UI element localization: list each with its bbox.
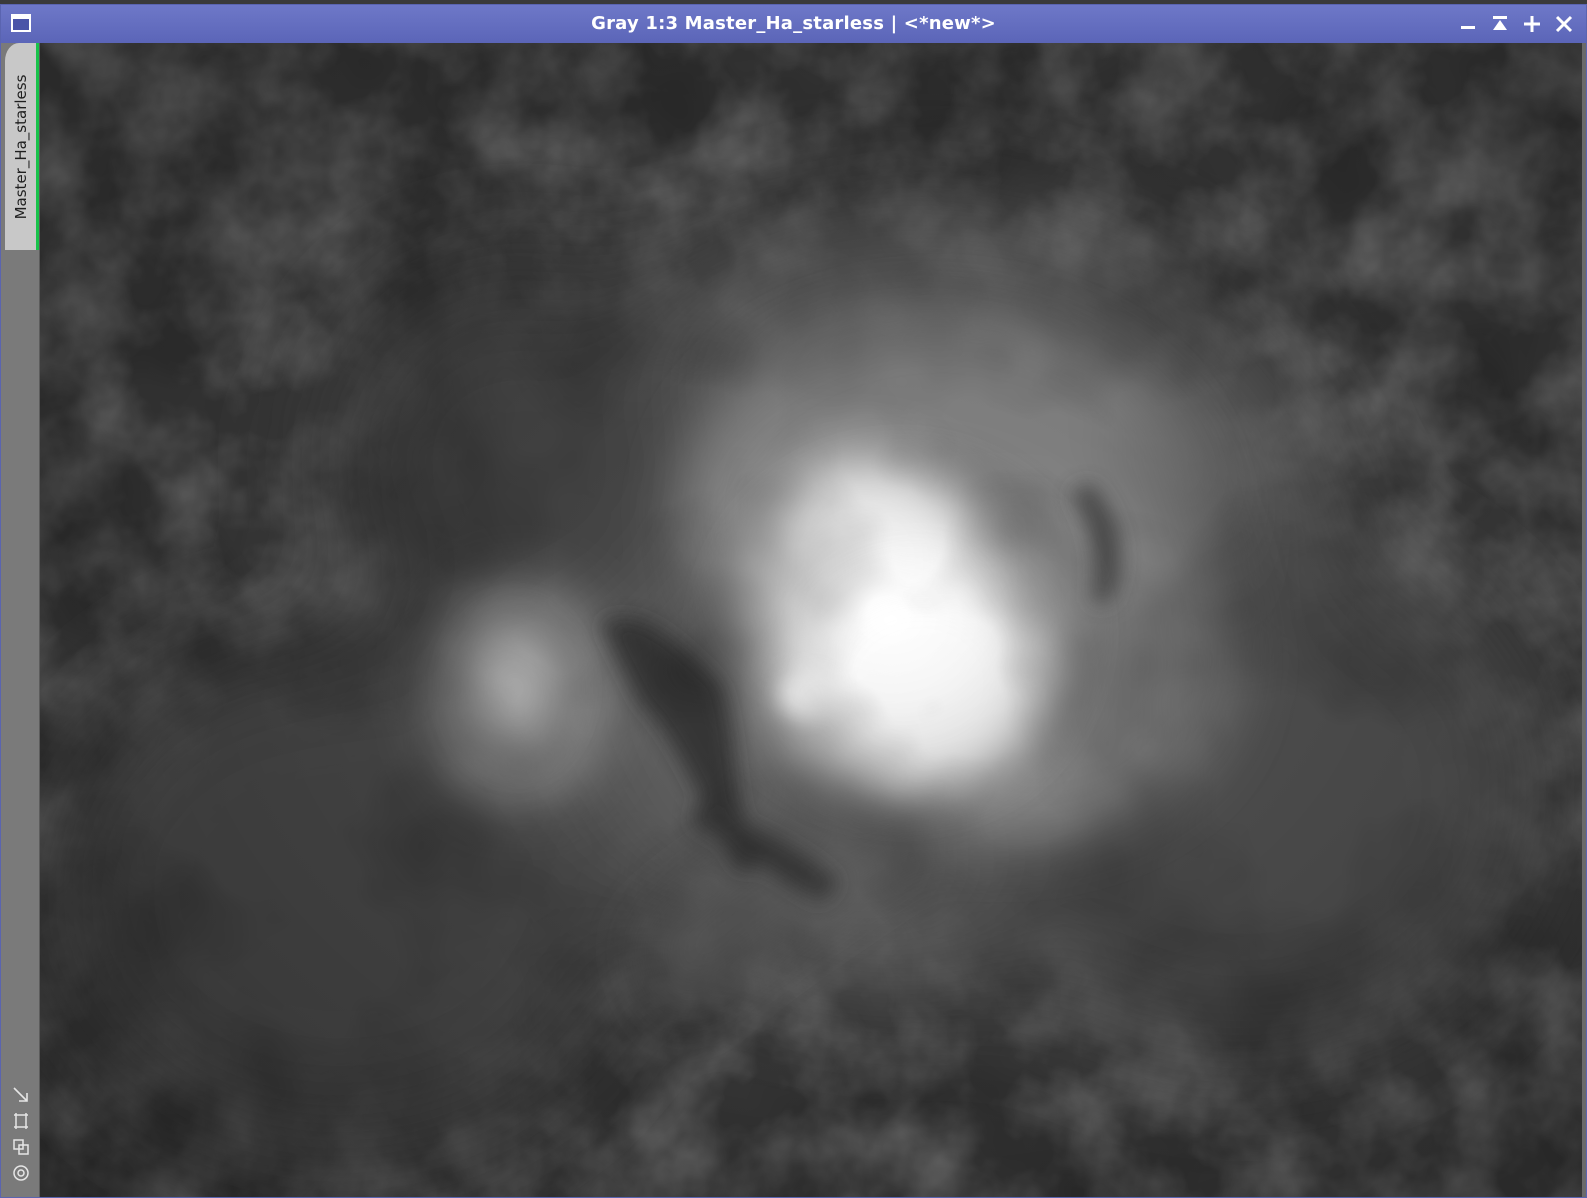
nebula-image: [40, 43, 1586, 1197]
close-icon: [1555, 15, 1573, 33]
arrow-down-right-icon: [13, 1087, 28, 1102]
fit-view-button[interactable]: [11, 1085, 31, 1105]
window-title: Gray 1:3 Master_Ha_starless | <*new*>: [591, 13, 996, 34]
clone-view-button[interactable]: [11, 1137, 31, 1157]
image-window: Gray 1:3 Master_Ha_starless | <*new*> Ma…: [0, 4, 1587, 1198]
view-sidebar: Master_Ha_starless: [1, 43, 40, 1197]
frame-icon: [14, 1113, 28, 1129]
target-icon: [13, 1165, 29, 1181]
zoom-to-fit-button[interactable]: [11, 1111, 31, 1131]
minimize-button[interactable]: [1455, 11, 1481, 37]
window-titlebar[interactable]: Gray 1:3 Master_Ha_starless | <*new*>: [1, 5, 1586, 43]
shade-icon: [1493, 16, 1507, 30]
image-canvas[interactable]: [40, 43, 1586, 1197]
target-button[interactable]: [11, 1163, 31, 1183]
view-tab-label: Master_Ha_starless: [11, 74, 30, 219]
window-right-border: [1582, 43, 1586, 1197]
plus-icon: [1524, 16, 1540, 32]
maximize-button[interactable]: [1519, 11, 1545, 37]
close-button[interactable]: [1551, 11, 1577, 37]
shade-button[interactable]: [1487, 11, 1513, 37]
minus-icon: [1461, 26, 1475, 29]
view-tab-master-ha-starless[interactable]: Master_Ha_starless: [5, 43, 39, 250]
copy-icon: [13, 1139, 29, 1155]
